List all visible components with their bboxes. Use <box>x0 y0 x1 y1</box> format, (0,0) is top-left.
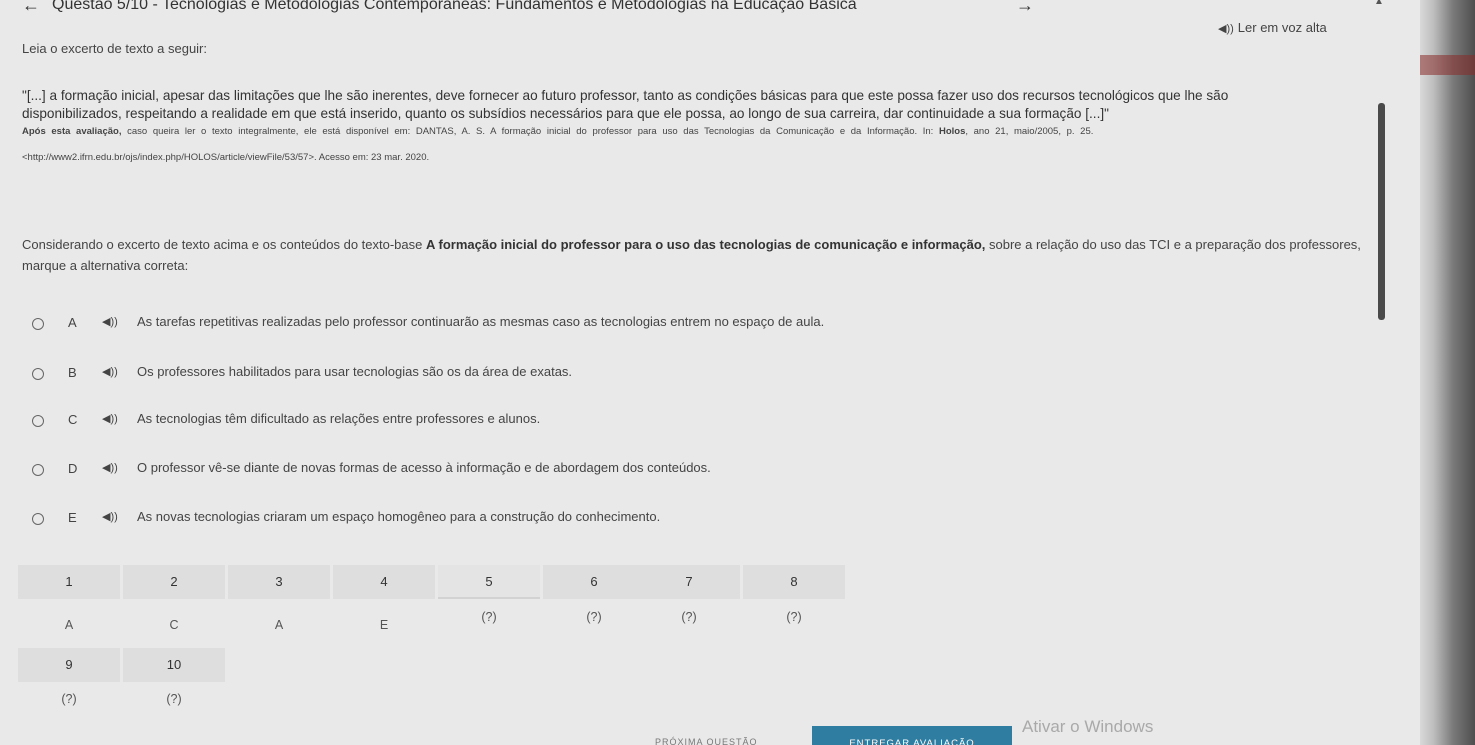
nav-number: 8 <box>790 574 798 589</box>
radio-button[interactable] <box>32 415 44 427</box>
scroll-up-icon[interactable]: ▲ <box>1374 0 1384 7</box>
quote-excerpt: "[...] a formação inicial, apesar das li… <box>22 87 1342 123</box>
nav-question-5[interactable]: 5 <box>438 565 540 599</box>
next-question-link[interactable]: PRÓXIMA QUESTÃO <box>655 737 758 745</box>
question-bold: A formação inicial do professor para o u… <box>425 237 986 252</box>
nav-answer: (?) <box>166 692 182 706</box>
submit-assessment-button[interactable]: ENTREGAR AVALIAÇÃO <box>812 726 1012 745</box>
back-arrow-icon[interactable]: ← <box>22 0 40 16</box>
radio-button[interactable] <box>32 318 44 330</box>
speaker-icon[interactable]: ◀)) <box>102 510 118 523</box>
option-text: Os professores habilitados para usar tec… <box>137 364 573 379</box>
radio-button[interactable] <box>32 464 44 476</box>
nav-question-3[interactable]: 3 <box>228 565 330 599</box>
quote-line-2: disponibilizados, respeitando a realidad… <box>22 106 1109 121</box>
nav-question-4[interactable]: 4 <box>333 565 435 599</box>
scrollbar-thumb[interactable] <box>1378 103 1385 320</box>
read-aloud-label: Ler em voz alta <box>1237 20 1327 35</box>
screen-edge-background <box>1420 0 1475 745</box>
nav-number: 1 <box>65 574 73 589</box>
nav-number: 2 <box>170 574 178 589</box>
source-suffix: , ano 21, maio/2005, p. 25. <box>965 126 1094 137</box>
question-title: Questão 5/10 - Tecnologias e Metodologia… <box>52 0 857 13</box>
quote-line-1: "[...] a formação inicial, apesar das li… <box>22 88 1229 103</box>
nav-question-7[interactable]: 7 <box>638 565 740 599</box>
source-prefix: Após esta avaliação, <box>22 126 122 137</box>
option-text: As novas tecnologias criaram um espaço h… <box>137 509 661 524</box>
nav-number: 7 <box>685 574 693 589</box>
bottom-actions: PRÓXIMA QUESTÃO ENTREGAR AVALIAÇÃO Ativa… <box>0 717 1475 745</box>
nav-answer: A <box>274 618 284 632</box>
option-e[interactable]: E ◀)) As novas tecnologias criaram um es… <box>22 507 1022 531</box>
speaker-icon[interactable]: ◀)) <box>102 412 118 425</box>
speaker-icon[interactable]: ◀)) <box>102 365 118 378</box>
question-prompt: Considerando o excerto de texto acima e … <box>22 234 1362 276</box>
option-letter: E <box>68 510 77 525</box>
nav-number: 4 <box>380 574 388 589</box>
source-citation: Após esta avaliação, caso queira ler o t… <box>22 125 1342 139</box>
radio-button[interactable] <box>32 368 44 380</box>
source-text: caso queira ler o texto integralmente, e… <box>127 126 934 137</box>
nav-number: 6 <box>590 574 598 589</box>
nav-question-6[interactable]: 6 <box>543 565 645 599</box>
assessment-page: ← Questão 5/10 - Tecnologias e Metodolog… <box>0 0 1475 745</box>
nav-question-2[interactable]: 2 <box>123 565 225 599</box>
windows-activation-watermark: Ativar o Windows <box>1022 717 1154 736</box>
forward-arrow-icon[interactable]: → <box>1016 0 1034 16</box>
nav-question-10[interactable]: 10 <box>123 648 225 682</box>
read-aloud-button[interactable]: ◀)) Ler em voz alta <box>1218 20 1327 35</box>
screen-edge-accent <box>1420 55 1475 75</box>
question-before: Considerando o excerto de texto acima e … <box>22 237 426 252</box>
option-letter: C <box>68 412 78 427</box>
source-url[interactable]: <http://www2.ifrn.edu.br/ojs/index.php/H… <box>22 151 1342 165</box>
nav-answer: (?) <box>61 692 77 706</box>
option-b[interactable]: B ◀)) Os professores habilitados para us… <box>22 362 1022 386</box>
option-a[interactable]: A ◀)) As tarefas repetitivas realizadas … <box>22 312 1022 336</box>
option-letter: B <box>68 365 77 380</box>
nav-answer: C <box>169 618 179 632</box>
source-reference: Após esta avaliação, caso queira ler o t… <box>22 125 1342 165</box>
speaker-icon[interactable]: ◀)) <box>102 315 118 328</box>
option-c[interactable]: C ◀)) As tecnologias têm dificultado as … <box>22 409 1022 433</box>
speaker-icon[interactable]: ◀)) <box>102 461 118 474</box>
nav-question-1[interactable]: 1 <box>18 565 120 599</box>
option-d[interactable]: D ◀)) O professor vê-se diante de novas … <box>22 458 1022 482</box>
option-text: O professor vê-se diante de novas formas… <box>137 460 711 475</box>
nav-number: 3 <box>275 574 283 589</box>
intro-text: Leia o excerto de texto a seguir: <box>22 41 208 56</box>
nav-answer: E <box>379 618 389 632</box>
option-letter: A <box>68 315 77 330</box>
nav-number: 5 <box>485 574 493 589</box>
option-text: As tarefas repetitivas realizadas pelo p… <box>137 314 825 329</box>
nav-answer: (?) <box>586 610 602 624</box>
nav-answer: (?) <box>481 610 497 624</box>
nav-answer: A <box>64 618 74 632</box>
question-navigator: 1 2 3 4 5 6 7 8 A C A E (?) (?) (?) (?) … <box>18 565 848 706</box>
nav-question-8[interactable]: 8 <box>743 565 845 599</box>
radio-button[interactable] <box>32 513 44 525</box>
option-letter: D <box>68 461 78 476</box>
nav-answer: (?) <box>681 610 697 624</box>
nav-number: 10 <box>166 657 182 672</box>
speaker-icon: ◀)) <box>1218 23 1234 35</box>
header-bar: ← Questão 5/10 - Tecnologias e Metodolog… <box>0 0 1400 18</box>
nav-number: 9 <box>65 657 73 672</box>
option-text: As tecnologias têm dificultado as relaçõ… <box>137 411 541 426</box>
nav-question-9[interactable]: 9 <box>18 648 120 682</box>
nav-answer: (?) <box>786 610 802 624</box>
source-journal: Holos <box>938 126 966 137</box>
